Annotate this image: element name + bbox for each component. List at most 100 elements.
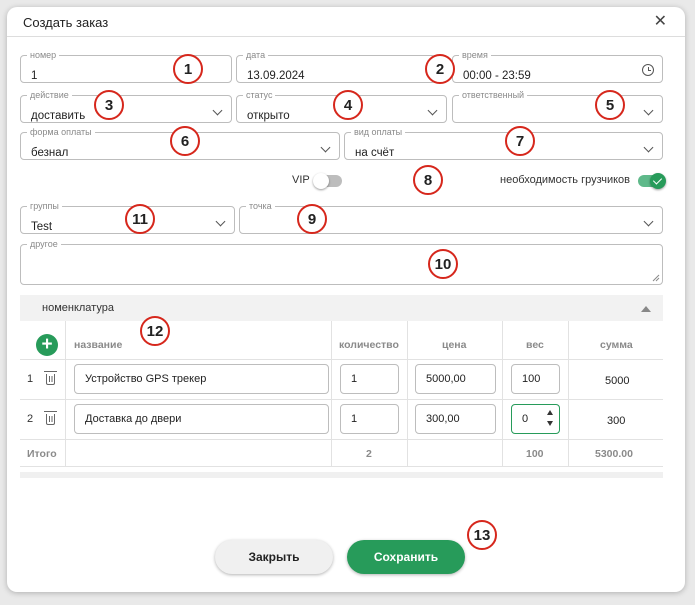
annotation-badge: 10: [428, 249, 458, 279]
vip-label: VIP: [292, 174, 310, 186]
groups-label: группы: [27, 200, 62, 212]
row-number: 2: [27, 413, 34, 425]
payment-type-label: вид оплаты: [351, 126, 406, 138]
annotation-badge: 2: [425, 54, 455, 84]
chevron-down-icon: [320, 142, 331, 153]
table-scrollbar[interactable]: [20, 472, 663, 478]
totals-qty: 2: [366, 448, 372, 460]
responsible-label: ответственный: [459, 89, 528, 101]
table-divider: [20, 399, 663, 400]
row-number: 1: [27, 373, 34, 385]
annotation-badge: 6: [170, 126, 200, 156]
chevron-down-icon: [215, 216, 226, 227]
row-name-input[interactable]: Устройство GPS трекер: [74, 364, 329, 394]
table-divider: [331, 321, 332, 466]
annotation-badge: 3: [94, 90, 124, 120]
row-weight-input[interactable]: 0: [511, 404, 560, 434]
row-price-input[interactable]: 300,00: [415, 404, 496, 434]
payment-form-value: безнал: [31, 147, 69, 159]
number-label: номер: [27, 49, 60, 61]
col-sum-header: сумма: [600, 339, 633, 351]
chevron-down-icon: [643, 142, 654, 153]
chevron-down-icon: [212, 105, 223, 116]
row-sum: 5000: [605, 375, 630, 387]
nomenclature-table: + название количество цена вес сумма 1 У…: [20, 321, 663, 471]
point-label: точка: [246, 200, 275, 212]
other-textarea[interactable]: другое: [20, 238, 663, 285]
create-order-dialog: Создать заказ ✕ номер 1 дата 13.09.2024 …: [7, 7, 685, 592]
row-qty-input[interactable]: 1: [340, 404, 399, 434]
col-qty-header: количество: [339, 339, 399, 351]
totals-sum: 5300.00: [595, 448, 633, 460]
time-field[interactable]: время 00:00 - 23:59: [452, 49, 663, 83]
groups-value: Test: [31, 221, 53, 233]
col-weight-header: вес: [526, 339, 544, 351]
table-divider: [20, 439, 663, 440]
payment-type-value: на счёт: [355, 147, 395, 159]
row-weight-value: 0: [522, 413, 529, 425]
dialog-title: Создать заказ: [23, 15, 109, 30]
annotation-badge: 7: [505, 126, 535, 156]
annotation-badge: 12: [140, 316, 170, 346]
resize-handle-icon[interactable]: [652, 274, 660, 282]
add-row-button[interactable]: +: [36, 334, 58, 356]
annotation-badge: 9: [297, 204, 327, 234]
status-label: статус: [243, 89, 276, 101]
trash-icon[interactable]: [44, 411, 57, 425]
trash-icon[interactable]: [44, 371, 57, 385]
toggle-knob: [313, 173, 329, 189]
annotation-badge: 5: [595, 90, 625, 120]
row-weight-input[interactable]: 100: [511, 364, 560, 394]
other-label: другое: [27, 238, 61, 250]
loaders-label: необходимость грузчиков: [500, 174, 631, 186]
date-value: 13.09.2024: [247, 70, 305, 82]
annotation-badge: 1: [173, 54, 203, 84]
col-name-header: название: [74, 339, 123, 351]
caret-up-icon[interactable]: [641, 306, 651, 312]
stepper-down-icon[interactable]: [547, 421, 553, 426]
save-button[interactable]: Сохранить: [347, 540, 465, 574]
stepper-up-icon[interactable]: [547, 410, 553, 415]
row-price-input[interactable]: 5000,00: [415, 364, 496, 394]
chevron-down-icon: [643, 105, 654, 116]
table-divider: [407, 321, 408, 466]
payment-form-label: форма оплаты: [27, 126, 95, 138]
time-label: время: [459, 49, 491, 61]
close-icon[interactable]: ✕: [654, 14, 667, 30]
payment-type-select[interactable]: вид оплаты на счёт: [344, 126, 663, 160]
table-divider: [20, 466, 663, 467]
loaders-toggle[interactable]: [638, 173, 666, 189]
action-select[interactable]: действие доставить: [20, 89, 232, 123]
annotation-badge: 11: [125, 204, 155, 234]
status-value: открыто: [247, 110, 290, 122]
annotation-badge: 8: [413, 165, 443, 195]
nomenclature-title: номенклатура: [42, 302, 114, 314]
vip-toggle[interactable]: [313, 173, 342, 189]
row-sum: 300: [607, 415, 626, 427]
row-name-input[interactable]: Доставка до двери: [74, 404, 329, 434]
nomenclature-header[interactable]: номенклатура: [20, 295, 663, 321]
chevron-down-icon: [643, 216, 654, 227]
toggle-knob: [650, 173, 666, 189]
number-value: 1: [31, 70, 38, 82]
totals-weight: 100: [526, 448, 544, 460]
table-divider: [568, 321, 569, 466]
action-label: действие: [27, 89, 72, 101]
annotation-badge: 4: [333, 90, 363, 120]
dialog-titlebar: Создать заказ ✕: [7, 7, 685, 37]
chevron-down-icon: [427, 105, 438, 116]
date-label: дата: [243, 49, 269, 61]
close-button[interactable]: Закрыть: [215, 540, 333, 574]
action-value: доставить: [31, 110, 86, 122]
responsible-select[interactable]: ответственный: [452, 89, 663, 123]
date-field[interactable]: дата 13.09.2024: [236, 49, 436, 83]
table-divider: [65, 321, 66, 466]
number-stepper[interactable]: [546, 408, 556, 430]
totals-label: Итого: [27, 448, 57, 460]
table-divider: [502, 321, 503, 466]
clock-icon[interactable]: [642, 64, 654, 76]
annotation-badge: 13: [467, 520, 497, 550]
col-price-header: цена: [442, 339, 467, 351]
row-qty-input[interactable]: 1: [340, 364, 399, 394]
table-divider: [20, 359, 663, 360]
